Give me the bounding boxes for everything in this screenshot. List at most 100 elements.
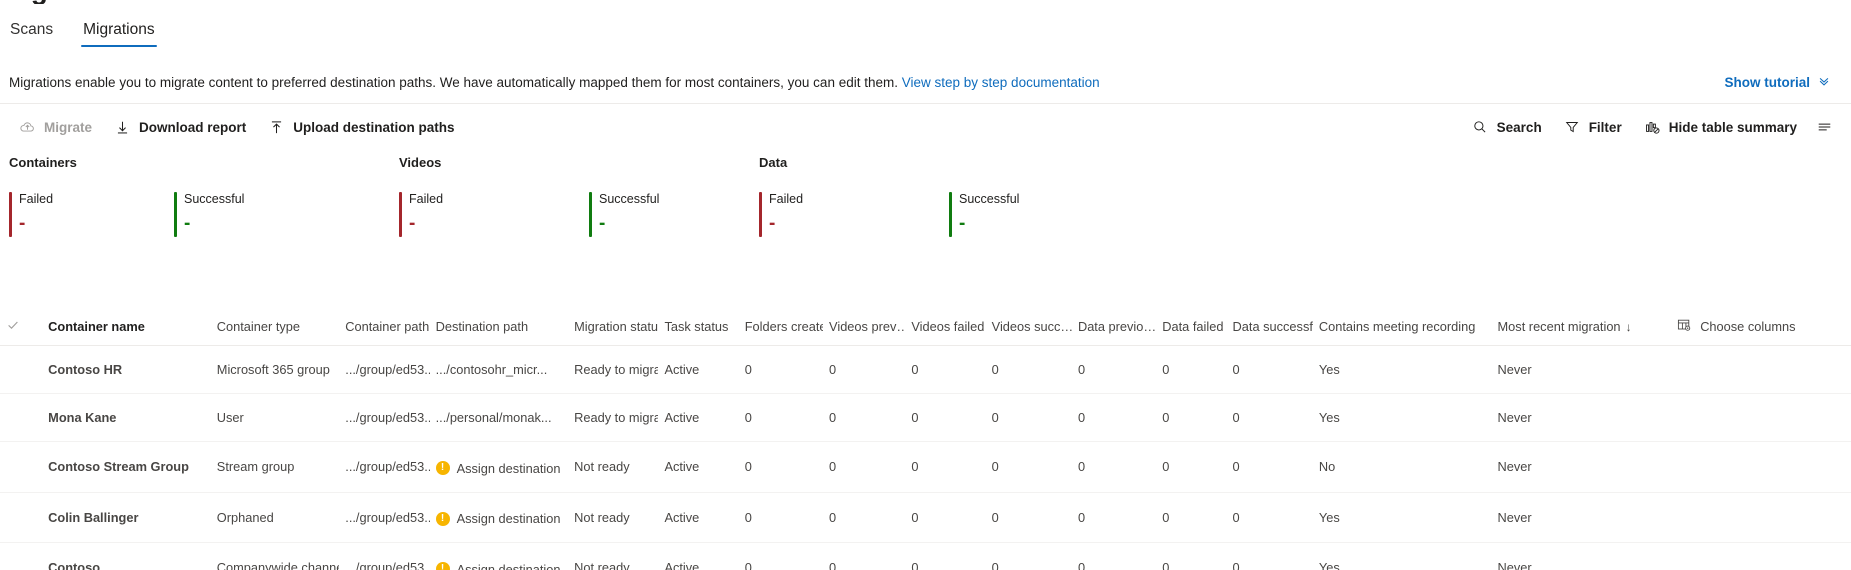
cell-most-recent-migration: Never: [1492, 346, 1671, 394]
cell-destination-path[interactable]: .../personal/monak...: [430, 394, 569, 442]
table-body: Contoso HRMicrosoft 365 group.../group/e…: [0, 346, 1851, 570]
download-arrow-icon: [114, 119, 131, 136]
summary-tile-label: Failed: [19, 191, 119, 207]
hide-table-summary-button[interactable]: Hide table summary: [1633, 113, 1808, 142]
cell-destination-path[interactable]: !Assign destination: [430, 492, 569, 543]
cell-task-status: Active: [658, 492, 738, 543]
summary-group-title: Containers: [9, 155, 77, 170]
cell-task-status: Active: [658, 394, 738, 442]
cell-data-previously: 0: [1072, 346, 1156, 394]
cell-type: Stream group: [211, 442, 339, 493]
sort-descending-icon: ↓: [1626, 320, 1632, 334]
table-row[interactable]: Mona KaneUser.../group/ed53....../person…: [0, 394, 1851, 442]
double-chevron-down-icon: [1817, 74, 1831, 91]
summary-tile-containers-successful: Successful -: [174, 191, 284, 238]
hide-chart-icon: [1644, 119, 1661, 136]
header-most-recent-migration[interactable]: Most recent migration↓: [1492, 310, 1671, 346]
summary-tile-label: Failed: [409, 191, 509, 207]
migrate-button[interactable]: Migrate: [8, 113, 103, 142]
search-icon: [1472, 119, 1489, 136]
upload-destination-paths-label: Upload destination paths: [293, 120, 454, 135]
summary-tile-videos-successful: Successful -: [589, 191, 699, 238]
filter-funnel-icon: [1564, 119, 1581, 136]
row-checkbox[interactable]: [0, 346, 42, 394]
cell-contains-meeting-recording: Yes: [1313, 394, 1492, 442]
header-videos-previously[interactable]: Videos prev…: [823, 310, 905, 346]
header-videos-successful[interactable]: Videos succ…: [986, 310, 1072, 346]
header-container-path[interactable]: Container path: [339, 310, 429, 346]
cell-data-successful: 0: [1227, 394, 1313, 442]
cell-most-recent-migration: Never: [1492, 394, 1671, 442]
table-row[interactable]: Contoso HRMicrosoft 365 group.../group/e…: [0, 346, 1851, 394]
hide-table-summary-label: Hide table summary: [1669, 120, 1797, 135]
search-button[interactable]: Search: [1461, 113, 1553, 142]
cell-destination-path[interactable]: !Assign destination: [430, 543, 569, 570]
assign-destination-link[interactable]: Assign destination: [457, 511, 561, 526]
assign-destination-link[interactable]: Assign destination: [457, 562, 561, 570]
cell-container-name[interactable]: Contoso: [42, 543, 211, 570]
description-sentence: Migrations enable you to migrate content…: [9, 75, 898, 90]
choose-columns-header[interactable]: Choose columns: [1670, 310, 1851, 346]
cell-videos-previously: 0: [823, 543, 905, 570]
cell-container-name[interactable]: Mona Kane: [42, 394, 211, 442]
checkmark-icon[interactable]: [6, 319, 20, 335]
row-checkbox[interactable]: [0, 394, 42, 442]
upload-arrow-icon: [268, 119, 285, 136]
description-bar: Migrations enable you to migrate content…: [0, 62, 1851, 104]
cell-type: Orphaned: [211, 492, 339, 543]
header-migration-status[interactable]: Migration status: [568, 310, 658, 346]
header-data-failed[interactable]: Data failed: [1156, 310, 1226, 346]
cell-videos-failed: 0: [905, 492, 985, 543]
cell-container-path: .../group/ed53...: [339, 492, 429, 543]
header-folders-created[interactable]: Folders created: [739, 310, 823, 346]
command-bar-right: Search Filter: [1461, 113, 1841, 142]
summary-tile-value: -: [599, 210, 699, 238]
cell-folders-created: 0: [739, 442, 823, 493]
cell-task-status: Active: [658, 346, 738, 394]
header-destination-path[interactable]: Destination path: [430, 310, 569, 346]
filter-button[interactable]: Filter: [1553, 113, 1633, 142]
cell-migration-status: Ready to migrate: [568, 394, 658, 442]
cell-destination-path[interactable]: !Assign destination: [430, 442, 569, 493]
cell-task-status: Active: [658, 543, 738, 570]
summary-tile-value: -: [769, 210, 869, 238]
table-row[interactable]: Contoso Stream GroupStream group.../grou…: [0, 442, 1851, 493]
documentation-link[interactable]: View step by step documentation: [902, 75, 1100, 90]
row-checkbox[interactable]: [0, 543, 42, 570]
tab-migrations[interactable]: Migrations: [81, 20, 157, 49]
cell-container-path: .../group/ed53...: [339, 543, 429, 570]
cell-videos-failed: 0: [905, 442, 985, 493]
show-tutorial-button[interactable]: Show tutorial: [1725, 74, 1832, 91]
assign-destination-link[interactable]: Assign destination: [457, 461, 561, 476]
tab-scans[interactable]: Scans: [8, 20, 55, 49]
header-contains-meeting-recording[interactable]: Contains meeting recording: [1313, 310, 1492, 346]
summary-tile-label: Successful: [599, 191, 699, 207]
row-checkbox[interactable]: [0, 442, 42, 493]
cell-destination-path[interactable]: .../contosohr_micr...: [430, 346, 569, 394]
summary-tile-containers-failed: Failed -: [9, 191, 119, 238]
header-container-type[interactable]: Container type: [211, 310, 339, 346]
cell-task-status: Active: [658, 442, 738, 493]
header-data-successful[interactable]: Data successful: [1227, 310, 1313, 346]
list-view-button[interactable]: [1808, 113, 1841, 142]
header-task-status[interactable]: Task status: [658, 310, 738, 346]
row-checkbox[interactable]: [0, 492, 42, 543]
header-videos-failed[interactable]: Videos failed: [905, 310, 985, 346]
table-row[interactable]: Colin BallingerOrphaned.../group/ed53...…: [0, 492, 1851, 543]
cell-container-name[interactable]: Contoso HR: [42, 346, 211, 394]
cell-container-name[interactable]: Contoso Stream Group: [42, 442, 211, 493]
cell-data-previously: 0: [1072, 394, 1156, 442]
list-view-icon: [1816, 119, 1833, 136]
summary-tile-value: -: [409, 210, 509, 238]
cell-type: User: [211, 394, 339, 442]
download-report-label: Download report: [139, 120, 246, 135]
table-row[interactable]: ContosoCompanywide channel.../group/ed53…: [0, 543, 1851, 570]
download-report-button[interactable]: Download report: [103, 113, 257, 142]
header-container-name[interactable]: Container name: [42, 310, 211, 346]
summary-tile-data-successful: Successful -: [949, 191, 1059, 238]
header-data-previously[interactable]: Data previo…: [1072, 310, 1156, 346]
select-all-header[interactable]: [0, 310, 42, 346]
cell-container-name[interactable]: Colin Ballinger: [42, 492, 211, 543]
upload-destination-paths-button[interactable]: Upload destination paths: [257, 113, 465, 142]
cell-folders-created: 0: [739, 492, 823, 543]
